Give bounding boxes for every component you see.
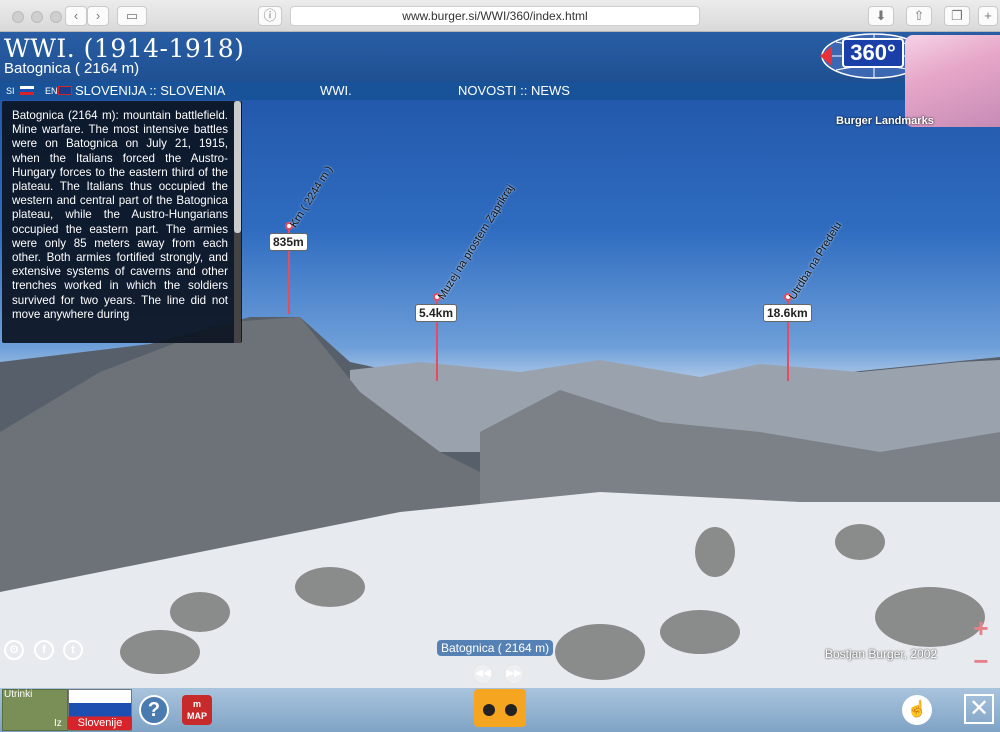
slovenia-label[interactable]: Slovenije bbox=[68, 717, 132, 729]
back-icon[interactable]: ‹ bbox=[65, 6, 87, 26]
close-fullscreen-icon[interactable]: ✕ bbox=[964, 694, 994, 724]
lang-si[interactable]: SI bbox=[6, 86, 15, 96]
logo-360-text: 360° bbox=[842, 38, 904, 68]
hand-drag-icon[interactable]: ☝ bbox=[902, 695, 932, 725]
lang-en[interactable]: EN bbox=[45, 86, 58, 96]
vr-cardboard-button[interactable] bbox=[474, 689, 526, 727]
description-text: Batognica (2164 m): mountain battlefield… bbox=[12, 109, 228, 321]
brand-label[interactable]: Burger Landmarks bbox=[836, 115, 934, 127]
map-button[interactable]: m MAP bbox=[182, 695, 212, 725]
close-window-icon[interactable] bbox=[12, 11, 24, 23]
forward-icon[interactable]: › bbox=[87, 6, 109, 26]
pin-distance-krn[interactable]: 835m bbox=[269, 233, 308, 251]
previous-arrow-icon[interactable]: ◀◀ bbox=[472, 663, 494, 685]
flag-si-icon[interactable] bbox=[20, 86, 34, 95]
new-tab-icon[interactable]: + bbox=[978, 6, 998, 26]
description-scrollbar[interactable] bbox=[234, 101, 241, 343]
sidebar-icon[interactable]: ▭ bbox=[117, 6, 147, 26]
nav-slovenia[interactable]: SLOVENIJA :: SLOVENIA bbox=[75, 83, 225, 98]
share-icon[interactable]: ⇧ bbox=[906, 6, 932, 26]
nav-news[interactable]: NOVOSTI :: NEWS bbox=[458, 83, 570, 98]
page-subtitle: Batognica ( 2164 m) bbox=[4, 60, 140, 77]
pin-distance-predel[interactable]: 18.6km bbox=[763, 304, 812, 322]
map-button-label: MAP bbox=[187, 711, 207, 721]
mascot-image bbox=[905, 35, 1000, 127]
page-title: WWI. (1914-1918) bbox=[4, 34, 245, 63]
zoom-window-icon[interactable] bbox=[50, 11, 62, 23]
map-label: Utrinki bbox=[4, 689, 33, 700]
url-text: www.burger.si/WWI/360/index.html bbox=[402, 9, 588, 23]
twitter-icon[interactable]: t bbox=[63, 640, 83, 660]
nav-wwi[interactable]: WWI. bbox=[320, 83, 352, 98]
zoom-in-icon[interactable]: + bbox=[968, 615, 994, 641]
help-button[interactable]: ? bbox=[139, 695, 169, 725]
social-icon-1[interactable]: ʘ bbox=[4, 640, 24, 660]
facebook-icon[interactable]: f bbox=[34, 640, 54, 660]
description-panel: Batognica (2164 m): mountain battlefield… bbox=[2, 101, 242, 343]
location-caption: Batognica ( 2164 m) bbox=[437, 640, 554, 656]
url-bar[interactable]: www.burger.si/WWI/360/index.html bbox=[290, 6, 700, 26]
iz-label: Iz bbox=[54, 718, 62, 729]
flag-uk-icon[interactable] bbox=[58, 86, 72, 95]
download-icon[interactable]: ⬇ bbox=[868, 6, 894, 26]
zoom-out-icon[interactable]: − bbox=[968, 648, 994, 674]
browser-toolbar: ‹ › ▭ ⓘ www.burger.si/WWI/360/index.html… bbox=[0, 0, 1000, 32]
next-arrow-icon[interactable]: ▶▶ bbox=[503, 663, 525, 685]
pin-distance-zaprikraj[interactable]: 5.4km bbox=[415, 304, 458, 322]
minimize-window-icon[interactable] bbox=[31, 11, 43, 23]
info-icon[interactable]: ⓘ bbox=[258, 6, 282, 26]
tabs-icon[interactable]: ❐ bbox=[944, 6, 970, 26]
photo-credit: Bostjan Burger, 2002 bbox=[825, 647, 938, 661]
